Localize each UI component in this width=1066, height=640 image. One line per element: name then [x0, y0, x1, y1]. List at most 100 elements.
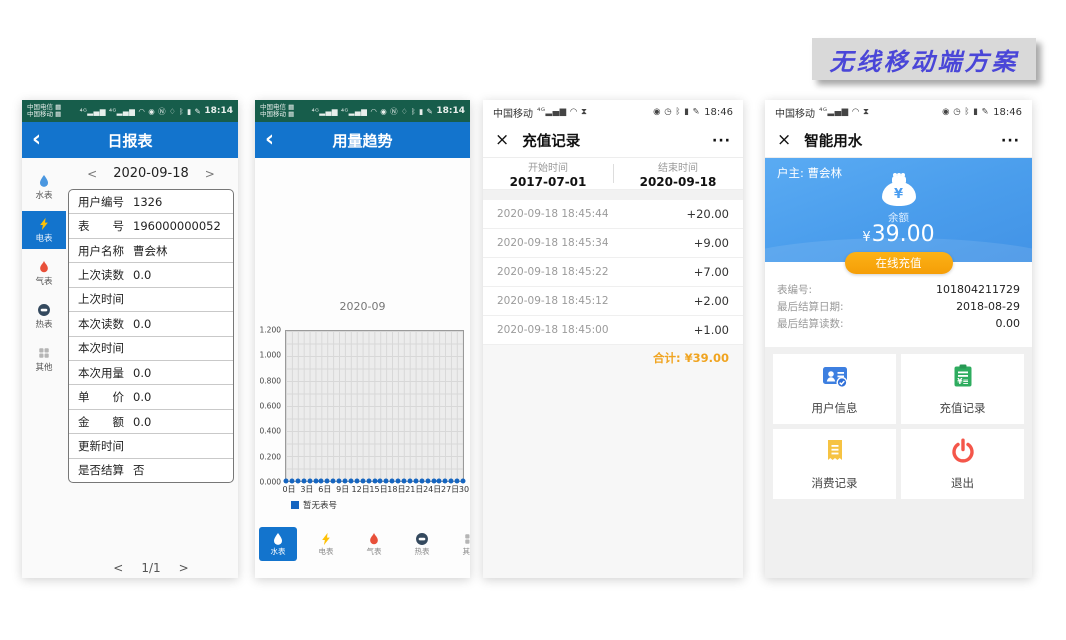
form-row: 上次时间	[69, 288, 233, 312]
online-recharge-button[interactable]: 在线充值	[845, 252, 953, 274]
gas-meter-icon	[355, 531, 393, 545]
field-label: 上次时间	[78, 291, 124, 307]
info-value: 0.00	[996, 317, 1021, 330]
sidebar-item-label: 热表	[22, 318, 66, 330]
status-icons: ⁴ᴳ▂▄▆ ⁴ᴳ▂▄▆ ◠ ◉ Ⓝ ♢ ᛒ ▮ ✎	[312, 106, 434, 117]
status-bar: 中国移动 ⁴ᴳ▂▄▆ ◠ ⧗ ◉ ◷ ᛒ ▮ ✎ 18:46	[765, 100, 1032, 124]
next-day-button[interactable]: >	[205, 167, 215, 181]
data-point	[461, 479, 466, 484]
form-row: 本次时间	[69, 337, 233, 361]
data-point	[419, 479, 424, 484]
x-tick-label: 9日	[336, 484, 349, 495]
form-row: 上次读数0.0	[69, 263, 233, 287]
data-point	[360, 479, 365, 484]
info-row: 最后结算日期:2018-08-29	[777, 298, 1020, 315]
slide-title: 无线移动端方案	[830, 42, 1019, 77]
prev-day-button[interactable]: <	[87, 167, 97, 181]
close-icon[interactable]: ×	[777, 132, 791, 149]
field-value: 1326	[133, 195, 162, 209]
feature-card-logout[interactable]: 退出	[901, 429, 1024, 499]
app-header: ‹ 用量趋势	[255, 122, 470, 158]
data-point	[301, 479, 306, 484]
field-label: 更新时间	[78, 438, 124, 454]
app-header: × 充值记录 ···	[483, 124, 743, 158]
field-label: 上次读数	[78, 267, 124, 283]
field-label: 是否结算	[78, 462, 124, 478]
daily-report-form: 用户编号1326表 号196000000052用户名称曹会林上次读数0.0上次时…	[68, 189, 234, 483]
x-tick-label: 27日	[441, 484, 459, 495]
x-tick-label: 3日	[300, 484, 313, 495]
prev-page-button[interactable]: <	[113, 561, 123, 575]
info-label: 最后结算日期:	[777, 299, 844, 314]
balance-card: 户主: 曹会林 ¥ 余额 ¥39.00	[765, 158, 1032, 262]
usage-chart: 1.2001.0000.8000.6000.4000.2000.000 0日3日…	[259, 330, 470, 561]
data-point	[437, 479, 442, 484]
legend-label: 暂无表号	[303, 499, 337, 511]
x-tick-label: 15日	[369, 484, 387, 495]
tab-gas[interactable]: 气表	[355, 527, 393, 561]
feature-label: 退出	[951, 475, 974, 491]
data-point	[407, 479, 412, 484]
date-label[interactable]: 2020-09-18	[113, 166, 189, 181]
x-tick-label: 6日	[318, 484, 331, 495]
sidebar-item-label: 其他	[22, 361, 66, 373]
heat-meter-icon	[403, 531, 441, 545]
svg-text:¥≡: ¥≡	[957, 377, 969, 386]
field-value: 0.0	[133, 390, 151, 404]
feature-card-recharge-record[interactable]: ¥≡充值记录	[901, 354, 1024, 424]
info-row: 最后结算读数:0.00	[777, 315, 1020, 332]
tab-other[interactable]: 其他	[451, 527, 470, 561]
data-point	[331, 479, 336, 484]
recharge-record-row[interactable]: 2020-09-18 18:45:44+20.00	[483, 200, 743, 229]
recharge-record-row[interactable]: 2020-09-18 18:45:12+2.00	[483, 287, 743, 316]
record-timestamp: 2020-09-18 18:45:12	[497, 295, 609, 307]
legend-swatch	[291, 501, 299, 509]
end-date-picker[interactable]: 结束时间 2020-09-18	[613, 158, 743, 189]
y-tick-label: 0.000	[260, 478, 281, 487]
more-menu-icon[interactable]: ···	[712, 133, 731, 149]
sidebar-item-other[interactable]: 其他	[22, 340, 66, 378]
feature-card-consumption-record[interactable]: 消费记录	[773, 429, 896, 499]
page-title: 日报表	[22, 130, 238, 151]
sidebar-item-gas[interactable]: 气表	[22, 254, 66, 292]
field-value: 0.0	[133, 366, 151, 380]
app-header: × 智能用水 ···	[765, 124, 1032, 158]
form-row: 单 价0.0	[69, 385, 233, 409]
recharge-record-row[interactable]: 2020-09-18 18:45:34+9.00	[483, 229, 743, 258]
sidebar-item-water[interactable]: 水表	[22, 168, 66, 206]
phone-usage-trend: 中国电信 ▦ 中国移动 ▦ ⁴ᴳ▂▄▆ ⁴ᴳ▂▄▆ ◠ ◉ Ⓝ ♢ ᛒ ▮ ✎ …	[255, 100, 470, 578]
y-tick-label: 0.600	[260, 402, 281, 411]
electric-meter-icon	[307, 531, 345, 545]
balance-value: ¥39.00	[765, 222, 1032, 247]
record-timestamp: 2020-09-18 18:45:44	[497, 208, 609, 220]
carrier-label: 中国移动	[493, 105, 533, 120]
form-row: 用户名称曹会林	[69, 239, 233, 263]
data-point	[425, 479, 430, 484]
sidebar-item-heat[interactable]: 热表	[22, 297, 66, 335]
start-date-value: 2017-07-01	[510, 175, 587, 189]
data-point	[295, 479, 300, 484]
other-meter-icon	[22, 345, 66, 360]
close-icon[interactable]: ×	[495, 132, 509, 149]
feature-card-user-info[interactable]: 用户信息	[773, 354, 896, 424]
tab-label: 其他	[451, 546, 470, 557]
recharge-record-row[interactable]: 2020-09-18 18:45:00+1.00	[483, 316, 743, 345]
form-row: 更新时间	[69, 434, 233, 458]
signal-wifi-icons: ⁴ᴳ▂▄▆ ◠ ⧗	[819, 107, 869, 117]
carrier-labels: 中国电信 ▦ 中国移动 ▦	[27, 104, 61, 118]
data-point	[455, 479, 460, 484]
tab-electric[interactable]: 电表	[307, 527, 345, 561]
status-icons: ◉ ◷ ᛒ ▮ ✎	[653, 107, 700, 117]
tab-water[interactable]: 水表	[259, 527, 297, 561]
recharge-record-row[interactable]: 2020-09-18 18:45:22+7.00	[483, 258, 743, 287]
next-page-button[interactable]: >	[179, 561, 189, 575]
more-menu-icon[interactable]: ···	[1001, 133, 1020, 149]
tab-heat[interactable]: 热表	[403, 527, 441, 561]
sidebar-item-electric[interactable]: 电表	[22, 211, 66, 249]
field-value: 0.0	[133, 317, 151, 331]
data-point	[354, 479, 359, 484]
field-value: 0.0	[133, 415, 151, 429]
x-tick-label: 12日	[352, 484, 370, 495]
field-value: 否	[133, 462, 145, 478]
start-date-picker[interactable]: 开始时间 2017-07-01	[483, 158, 613, 189]
